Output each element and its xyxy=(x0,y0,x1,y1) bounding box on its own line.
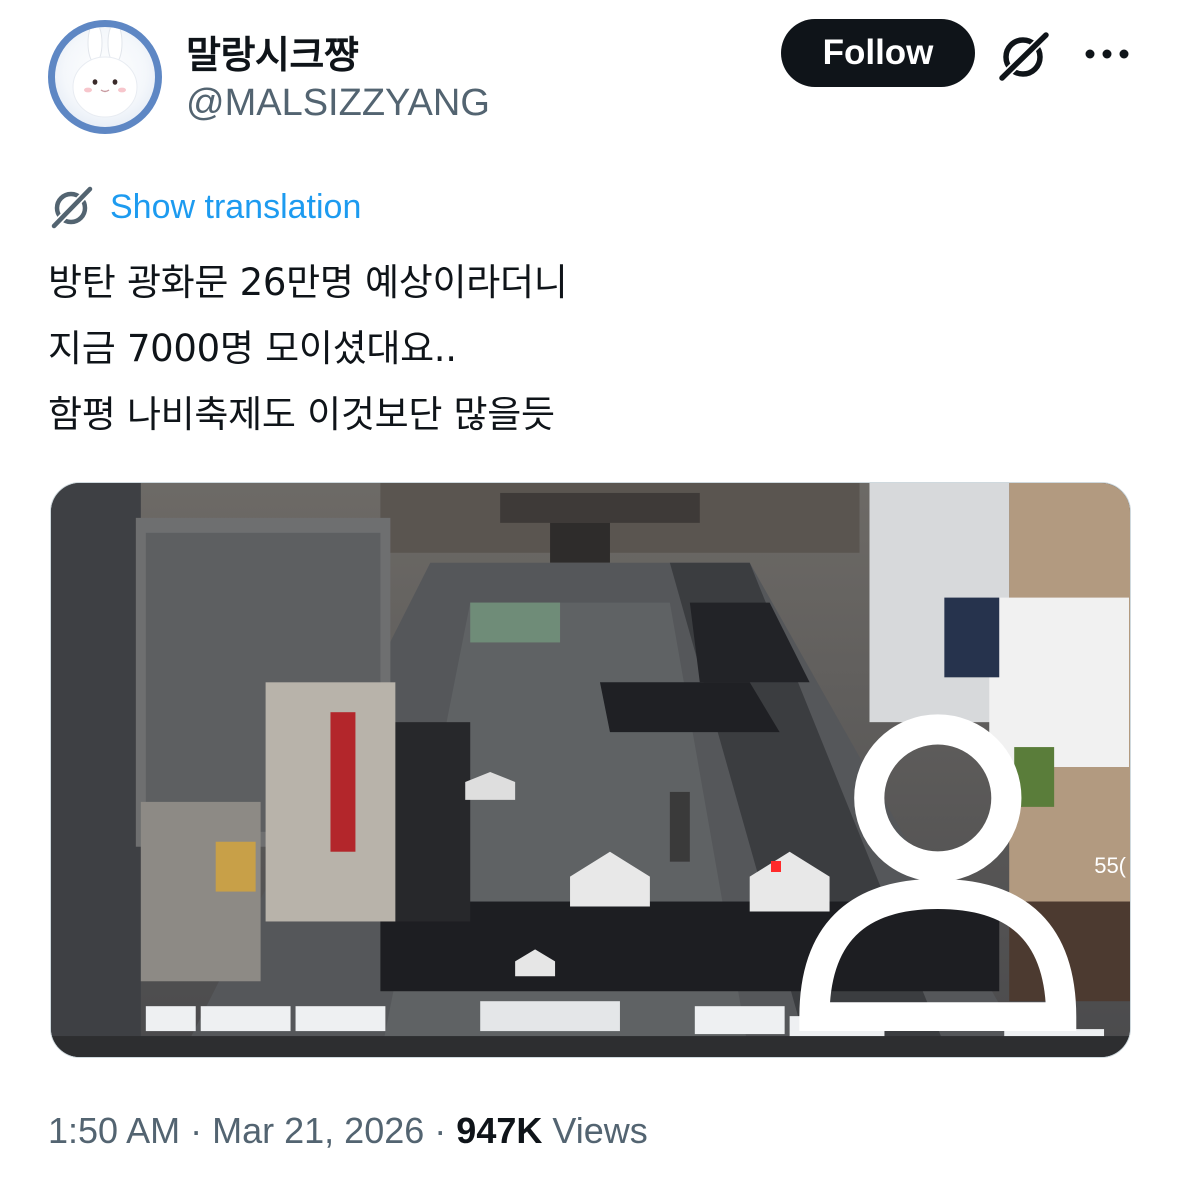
views-count[interactable]: 947K xyxy=(456,1110,542,1151)
show-translation-link[interactable]: Show translation xyxy=(110,188,361,227)
meta-separator: · xyxy=(434,1110,447,1151)
show-translation-row[interactable]: Show translation xyxy=(50,184,361,230)
tweet-meta: 1:50 AM · Mar 21, 2026 · 947K Views xyxy=(48,1110,648,1152)
tweet-text-line: 지금 7000명 모이셨대요.. xyxy=(48,327,457,370)
tweet-text: 방탄 광화문 26만명 예상이라더니 지금 7000명 모이셨대요.. 함평 나… xyxy=(48,250,568,448)
avatar[interactable] xyxy=(48,20,162,134)
user-handle[interactable]: @MALSIZZYANG xyxy=(186,82,490,125)
translate-icon xyxy=(51,186,93,229)
tweet-media-image[interactable]: 55( xyxy=(50,482,1131,1058)
meta-separator: · xyxy=(190,1110,203,1151)
tweet-time[interactable]: 1:50 AM xyxy=(48,1110,180,1151)
grok-icon[interactable] xyxy=(996,30,1054,82)
viewer-count: 55( xyxy=(1094,853,1126,879)
tweet-text-line: 함평 나비축제도 이것보단 많을듯 xyxy=(48,393,555,436)
tweet: 말랑시크쨩 @MALSIZZYANG Follow Show translati… xyxy=(0,0,1179,1194)
tweet-text-line: 방탄 광화문 26만명 예상이라더니 xyxy=(48,261,568,304)
person-icon xyxy=(798,714,1076,1031)
live-indicator xyxy=(771,860,781,872)
more-options-icon[interactable] xyxy=(1082,40,1132,68)
bunny-avatar-icon xyxy=(72,27,138,118)
follow-button[interactable]: Follow xyxy=(781,19,975,87)
display-name[interactable]: 말랑시크쨩 xyxy=(186,24,359,79)
views-label: Views xyxy=(552,1110,648,1151)
live-viewer-badge: 55( xyxy=(771,702,1126,1031)
tweet-date[interactable]: Mar 21, 2026 xyxy=(212,1110,424,1151)
